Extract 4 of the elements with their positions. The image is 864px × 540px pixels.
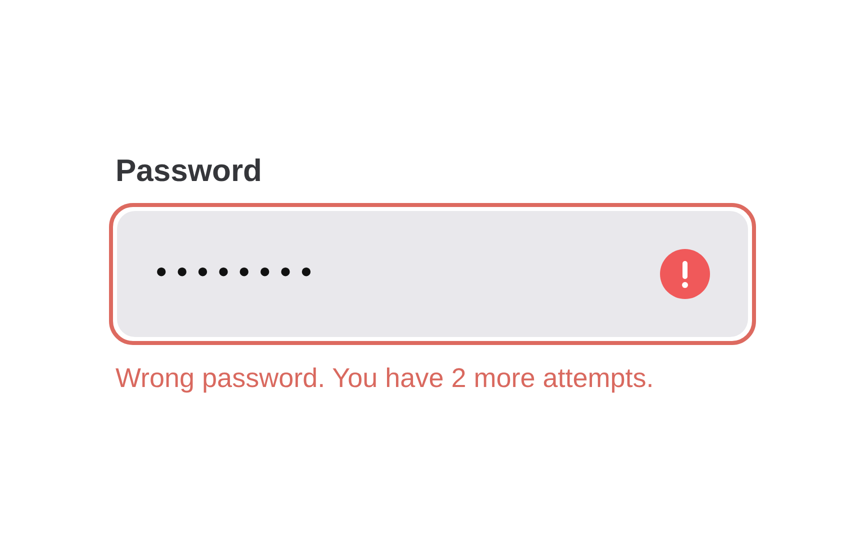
field-label: Password xyxy=(116,152,263,188)
error-message: Wrong password. You have 2 more attempts. xyxy=(116,362,655,394)
password-field[interactable]: •••••••• xyxy=(108,202,756,344)
alert-icon xyxy=(660,248,710,298)
